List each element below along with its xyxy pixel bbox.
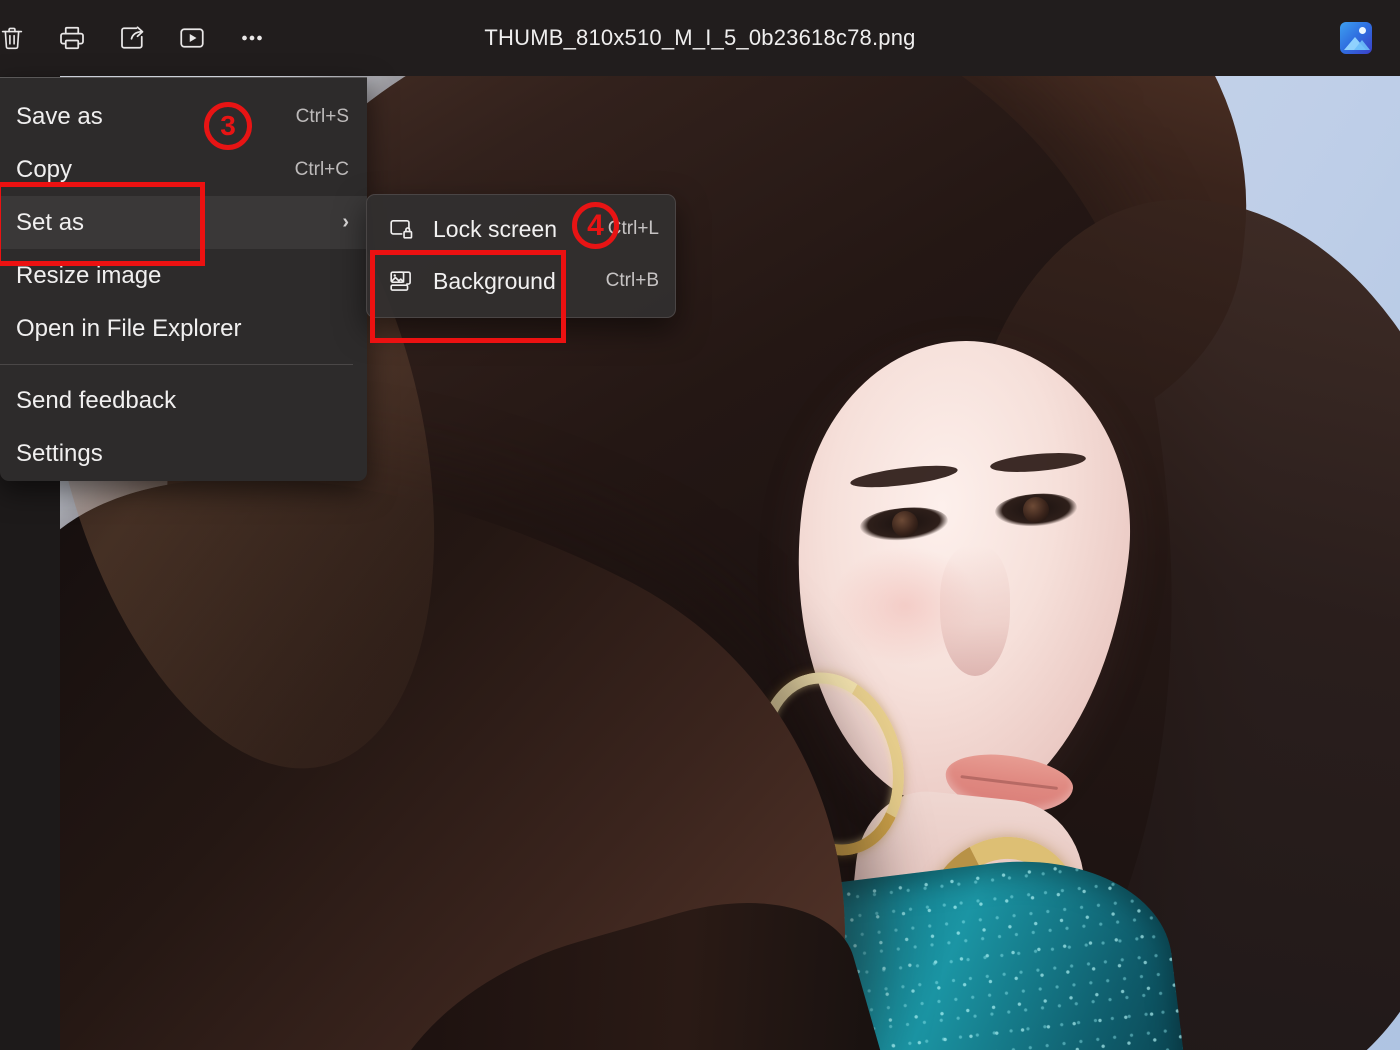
- ellipsis-icon: [237, 23, 267, 53]
- menu-item-send-feedback[interactable]: Send feedback: [0, 374, 367, 427]
- menu-item-label: Open in File Explorer: [16, 314, 242, 342]
- share-icon: [117, 23, 147, 53]
- menu-item-label: Save as: [16, 102, 103, 130]
- background-image-icon: [387, 267, 433, 295]
- submenu-item-label: Background: [433, 267, 556, 294]
- printer-icon: [57, 23, 87, 53]
- menu-item-shortcut: Ctrl+S: [295, 105, 349, 127]
- menu-item-label: Set as: [16, 208, 85, 236]
- menu-item-label: Settings: [16, 439, 103, 467]
- menu-item-copy[interactable]: Copy Ctrl+C: [0, 143, 367, 196]
- menu-separator: [0, 364, 353, 365]
- photos-icon-sun: [1359, 27, 1366, 34]
- submenu-item-shortcut: Ctrl+B: [605, 270, 659, 291]
- toolbar-button-group: [0, 10, 282, 66]
- photo-nose: [940, 546, 1010, 676]
- photo-iris-left: [892, 511, 918, 537]
- photos-icon-mountain-small: [1354, 40, 1370, 50]
- menu-item-save-as[interactable]: Save as Ctrl+S: [0, 90, 367, 143]
- menu-item-label: Copy: [16, 155, 73, 183]
- submenu-item-shortcut: Ctrl+L: [607, 218, 659, 239]
- trash-icon: [0, 24, 26, 52]
- menu-item-label: Send feedback: [16, 386, 177, 414]
- play-box-icon: [177, 23, 207, 53]
- photos-app-icon[interactable]: [1340, 22, 1372, 54]
- chevron-right-icon: ›: [342, 211, 349, 233]
- share-button[interactable]: [102, 10, 162, 66]
- menu-item-open-in-file-explorer[interactable]: Open in File Explorer: [0, 302, 367, 355]
- delete-button[interactable]: [0, 10, 42, 66]
- menu-item-set-as[interactable]: Set as ›: [0, 196, 367, 249]
- menu-item-label: Resize image: [16, 261, 162, 289]
- context-menu[interactable]: Save as Ctrl+S Copy Ctrl+C Set as › Resi…: [0, 77, 367, 481]
- menu-item-resize-image[interactable]: Resize image: [0, 249, 367, 302]
- app-toolbar: THUMB_810x510_M_I_5_0b23618c78.png: [0, 0, 1400, 76]
- submenu-item-label: Lock screen: [433, 215, 558, 242]
- photo-iris-right: [1023, 497, 1049, 523]
- set-as-submenu[interactable]: Lock screen Ctrl+L Background Ctrl+B: [366, 194, 676, 318]
- menu-item-settings[interactable]: Settings: [0, 427, 367, 480]
- submenu-item-lock-screen[interactable]: Lock screen Ctrl+L: [367, 203, 675, 255]
- lock-screen-icon: [387, 215, 433, 243]
- print-button[interactable]: [42, 10, 102, 66]
- slideshow-button[interactable]: [162, 10, 222, 66]
- submenu-item-background[interactable]: Background Ctrl+B: [367, 255, 675, 307]
- menu-item-shortcut: Ctrl+C: [294, 158, 349, 180]
- more-button[interactable]: [222, 10, 282, 66]
